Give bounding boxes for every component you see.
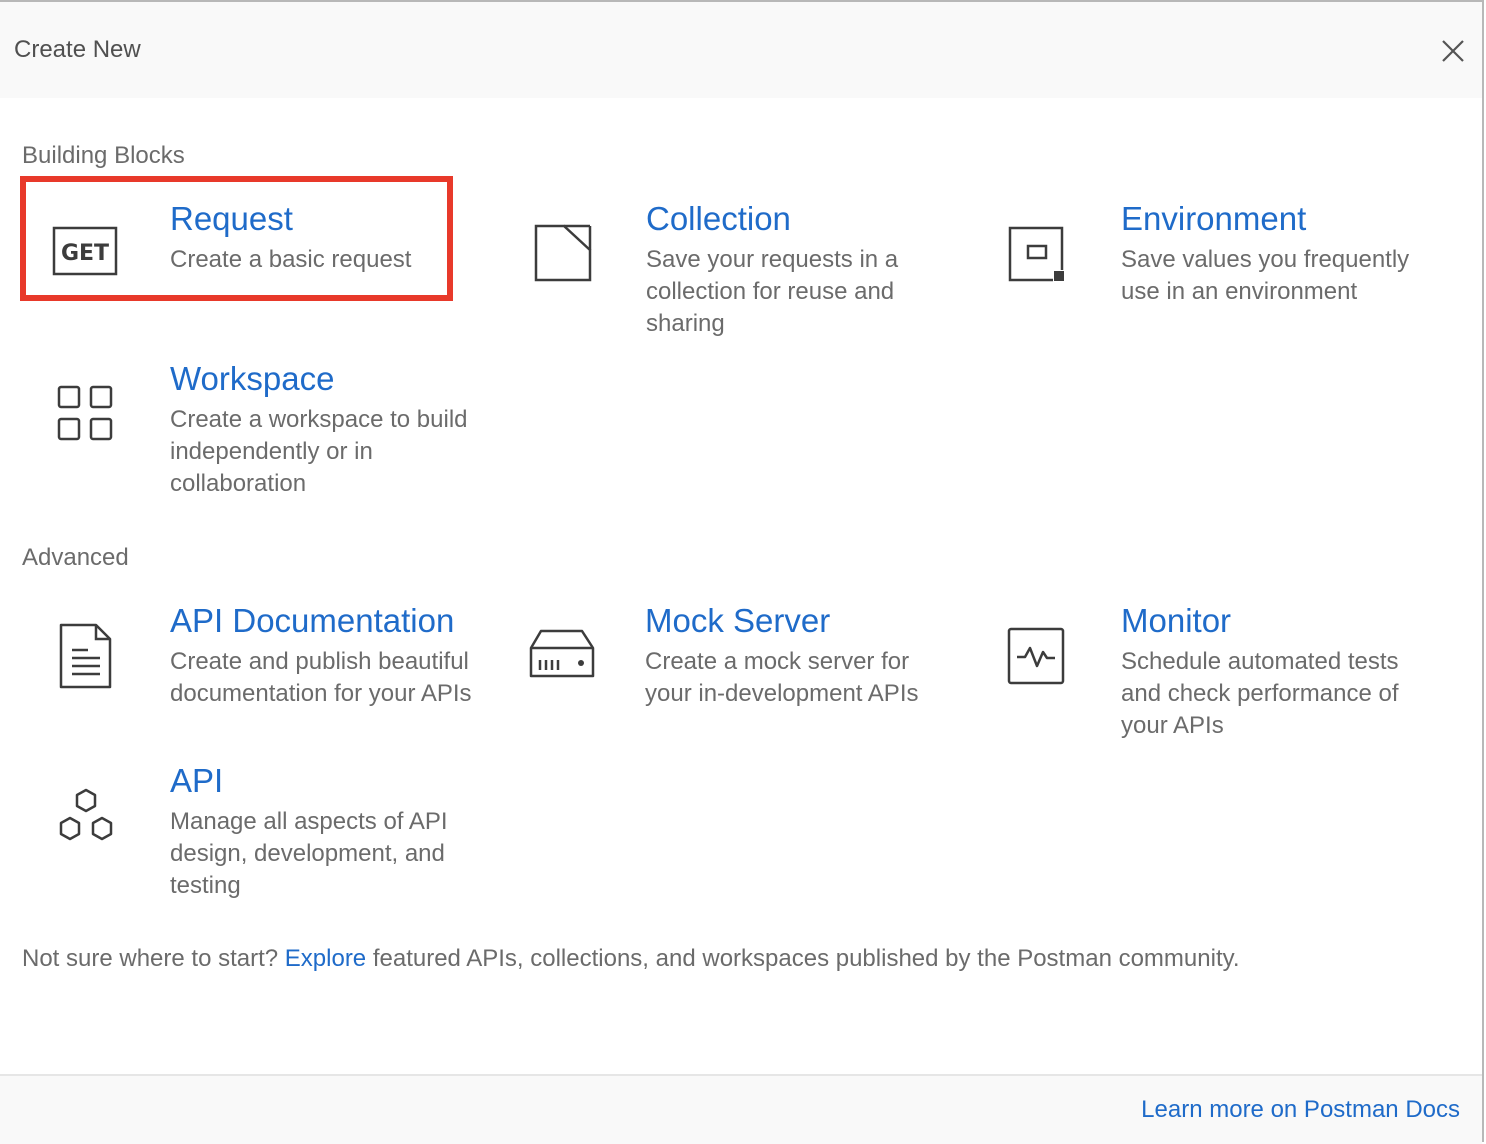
dialog-title: Create New <box>14 36 141 63</box>
api-documentation-desc: Create and publish beautiful documentati… <box>170 648 472 707</box>
environment-title: Environment <box>1121 200 1307 237</box>
collection-title: Collection <box>646 200 791 237</box>
environment-desc: Save values you frequently use in an env… <box>1121 246 1410 305</box>
mock-server-card[interactable]: Mock Server Create a mock server for you… <box>528 602 958 712</box>
footer-suffix: featured APIs, collections, and workspac… <box>366 945 1240 972</box>
document-icon <box>58 622 138 702</box>
server-icon <box>528 628 608 708</box>
workspace-title: Workspace <box>170 360 335 397</box>
request-highlight-box <box>20 176 453 301</box>
footer-explore-text: Not sure where to start? Explore feature… <box>22 945 1240 973</box>
monitor-card[interactable]: Monitor Schedule automated tests and che… <box>1006 602 1446 742</box>
mock-server-desc: Create a mock server for your in-develop… <box>645 648 919 707</box>
workspace-grid-icon <box>56 384 136 464</box>
create-new-dialog: Create New Building Blocks GET Request C… <box>0 0 1484 1144</box>
api-documentation-card[interactable]: API Documentation Create and publish bea… <box>58 602 498 742</box>
footer-prefix: Not sure where to start? <box>22 945 285 972</box>
collection-card[interactable]: Collection Save your requests in a colle… <box>534 200 954 340</box>
dialog-header: Create New <box>0 2 1482 98</box>
monitor-title: Monitor <box>1121 602 1232 639</box>
api-title: API <box>170 762 224 799</box>
monitor-pulse-icon <box>1006 626 1086 706</box>
close-icon[interactable] <box>1436 34 1470 68</box>
dialog-footer: Learn more on Postman Docs <box>0 1074 1482 1144</box>
environment-card[interactable]: Environment Save values you frequently u… <box>1008 200 1448 310</box>
environment-icon <box>1008 226 1088 306</box>
collection-desc: Save your requests in a collection for r… <box>646 246 899 337</box>
section-advanced: Advanced <box>22 544 129 571</box>
api-documentation-title: API Documentation <box>170 602 455 639</box>
mock-server-title: Mock Server <box>645 602 831 639</box>
api-desc: Manage all aspects of API design, develo… <box>170 808 448 899</box>
section-building-blocks: Building Blocks <box>22 142 185 169</box>
api-card[interactable]: API Manage all aspects of API design, de… <box>56 762 496 902</box>
hexagons-icon <box>56 786 136 866</box>
monitor-desc: Schedule automated tests and check perfo… <box>1121 648 1399 739</box>
collection-folder-icon <box>534 224 614 304</box>
explore-link[interactable]: Explore <box>285 945 366 972</box>
workspace-card[interactable]: Workspace Create a workspace to build in… <box>56 360 476 500</box>
workspace-desc: Create a workspace to build independentl… <box>170 406 468 497</box>
postman-docs-link[interactable]: Learn more on Postman Docs <box>1141 1096 1460 1124</box>
